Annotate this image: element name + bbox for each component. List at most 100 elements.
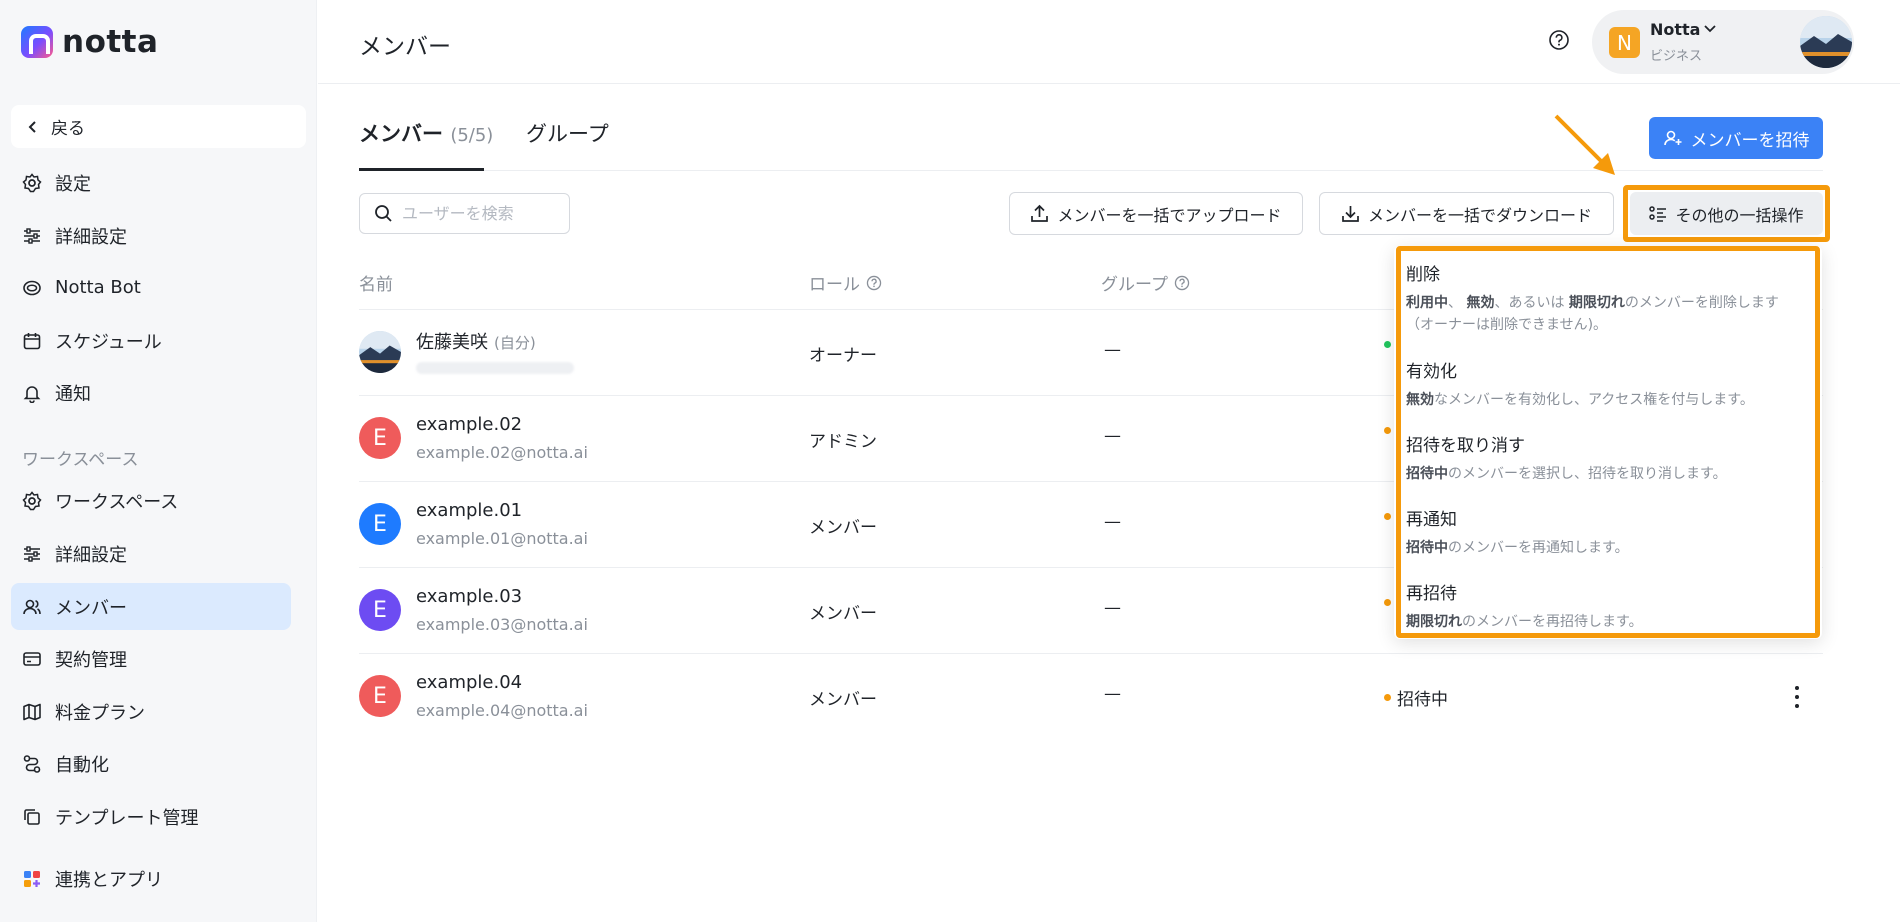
help-icon[interactable] — [1174, 275, 1190, 291]
sidebar-item-templates[interactable]: テンプレート管理 — [11, 793, 291, 840]
sidebar-item-schedule[interactable]: スケジュール — [11, 317, 291, 364]
member-status — [1384, 513, 1391, 520]
table-row[interactable]: E example.04 example.04@notta.ai メンバー — … — [359, 653, 1823, 739]
sidebar-item-label: ワークスペース — [55, 491, 179, 513]
sidebar-item-members[interactable]: メンバー — [11, 583, 291, 630]
sidebar-item-label: 自動化 — [55, 754, 109, 776]
sidebar-item-label: Notta Bot — [55, 277, 141, 298]
bulk-download-button[interactable]: メンバーを一括でダウンロード — [1319, 192, 1614, 235]
member-group: — — [1104, 340, 1121, 360]
column-header-group: グループ — [1101, 270, 1190, 295]
search-box[interactable] — [359, 193, 570, 234]
back-label: 戻る — [51, 119, 85, 139]
column-header-group-label: グループ — [1101, 275, 1168, 295]
calendar-icon — [23, 332, 41, 349]
sidebar-item-label: スケジュール — [55, 331, 162, 353]
member-group: — — [1104, 598, 1121, 618]
member-email: example.03@notta.ai — [416, 615, 588, 634]
annotation-arrow — [1554, 114, 1615, 175]
top-bar: メンバー N Notta ビジネス — [318, 0, 1900, 84]
status-dot — [1384, 513, 1391, 520]
member-role: メンバー — [809, 518, 877, 538]
member-email: example.01@notta.ai — [416, 529, 588, 548]
highlight-frame — [1396, 246, 1820, 638]
account-switcher[interactable]: N Notta ビジネス — [1592, 10, 1854, 74]
member-role: アドミン — [809, 432, 877, 452]
member-email: example.02@notta.ai — [416, 443, 588, 462]
sidebar-item-label: 連携とアプリ — [55, 869, 163, 891]
card-icon — [23, 651, 41, 666]
sidebar-item-label: メンバー — [55, 597, 127, 619]
member-status — [1384, 427, 1391, 434]
bulk-upload-button[interactable]: メンバーを一括でアップロード — [1009, 192, 1303, 235]
sidebar-item-automation[interactable]: 自動化 — [11, 740, 291, 787]
invite-member-label: メンバーを招待 — [1690, 130, 1810, 151]
sidebar-item-label: 料金プラン — [55, 702, 145, 724]
sidebar-item-label: 詳細設定 — [55, 226, 127, 248]
member-role: メンバー — [809, 604, 877, 624]
page-title: メンバー — [359, 34, 451, 60]
column-header-name: 名前 — [359, 270, 393, 295]
sidebar-item-integrations[interactable]: 連携とアプリ — [11, 855, 291, 902]
tab-groups[interactable]: グループ — [526, 118, 609, 148]
help-icon[interactable] — [1548, 29, 1570, 51]
gear-icon — [22, 172, 42, 192]
self-tag: (自分) — [494, 334, 536, 352]
account-plan: ビジネス — [1650, 49, 1703, 64]
back-button[interactable]: 戻る — [11, 105, 306, 148]
landscape-photo-icon — [359, 331, 401, 373]
member-name: example.01 — [416, 500, 523, 521]
member-name: example.02 — [416, 414, 523, 435]
workspace-badge: N — [1609, 27, 1640, 58]
user-avatar[interactable] — [1800, 16, 1852, 68]
member-name-text: 佐藤美咲 — [416, 332, 488, 353]
gear-icon — [22, 490, 42, 510]
tab-members[interactable]: メンバー (5/5) — [359, 118, 493, 148]
landscape-photo-icon — [1800, 16, 1852, 68]
notta-logo-icon — [21, 26, 53, 58]
sidebar-item-advanced-settings[interactable]: 詳細設定 — [11, 212, 291, 259]
column-header-role-label: ロール — [809, 275, 860, 295]
blurred-email — [416, 362, 574, 374]
sidebar-item-notifications[interactable]: 通知 — [11, 369, 291, 416]
member-name: example.04 — [416, 672, 523, 693]
chevron-left-icon — [28, 120, 36, 133]
sidebar-item-workspace[interactable]: ワークスペース — [11, 477, 291, 524]
notta-logo[interactable]: notta — [21, 24, 158, 60]
invite-member-button[interactable]: メンバーを招待 — [1649, 117, 1823, 159]
bell-icon — [23, 385, 41, 403]
help-icon[interactable] — [866, 275, 882, 291]
bulk-upload-label: メンバーを一括でアップロード — [1057, 205, 1282, 225]
sidebar: notta 戻る 設定 詳細設定 Notta Bot スケジュール 通知 ワーク… — [0, 0, 317, 922]
tab-members-count: (5/5) — [450, 125, 494, 146]
users-icon — [23, 599, 41, 614]
member-status — [1384, 341, 1391, 348]
member-role: メンバー — [809, 690, 877, 710]
account-name: Notta — [1650, 20, 1701, 39]
sidebar-item-notta-bot[interactable]: Notta Bot — [11, 264, 291, 311]
sidebar-item-workspace-advanced[interactable]: 詳細設定 — [11, 530, 291, 577]
sliders-icon — [24, 227, 40, 244]
more-options-icon[interactable] — [1787, 686, 1807, 708]
status-dot — [1384, 341, 1391, 348]
member-name: example.03 — [416, 586, 523, 607]
avatar: E — [359, 417, 401, 459]
avatar: E — [359, 675, 401, 717]
upload-icon — [1031, 204, 1049, 222]
avatar: E — [359, 589, 401, 631]
download-icon — [1342, 206, 1359, 222]
member-group: — — [1104, 684, 1121, 704]
sidebar-item-pricing[interactable]: 料金プラン — [11, 688, 291, 735]
member-status-label: 招待中 — [1397, 690, 1448, 710]
column-header-role: ロール — [809, 270, 882, 295]
search-input[interactable] — [402, 204, 562, 223]
sidebar-item-contract[interactable]: 契約管理 — [11, 635, 291, 682]
status-dot — [1384, 599, 1391, 606]
bulk-download-label: メンバーを一括でダウンロード — [1367, 205, 1592, 225]
member-email: example.04@notta.ai — [416, 701, 588, 720]
bot-icon — [23, 280, 41, 295]
user-plus-icon — [1663, 130, 1681, 146]
sidebar-item-settings[interactable]: 設定 — [11, 159, 291, 206]
highlight-frame — [1623, 185, 1830, 242]
member-name: 佐藤美咲 (自分) — [416, 328, 536, 354]
